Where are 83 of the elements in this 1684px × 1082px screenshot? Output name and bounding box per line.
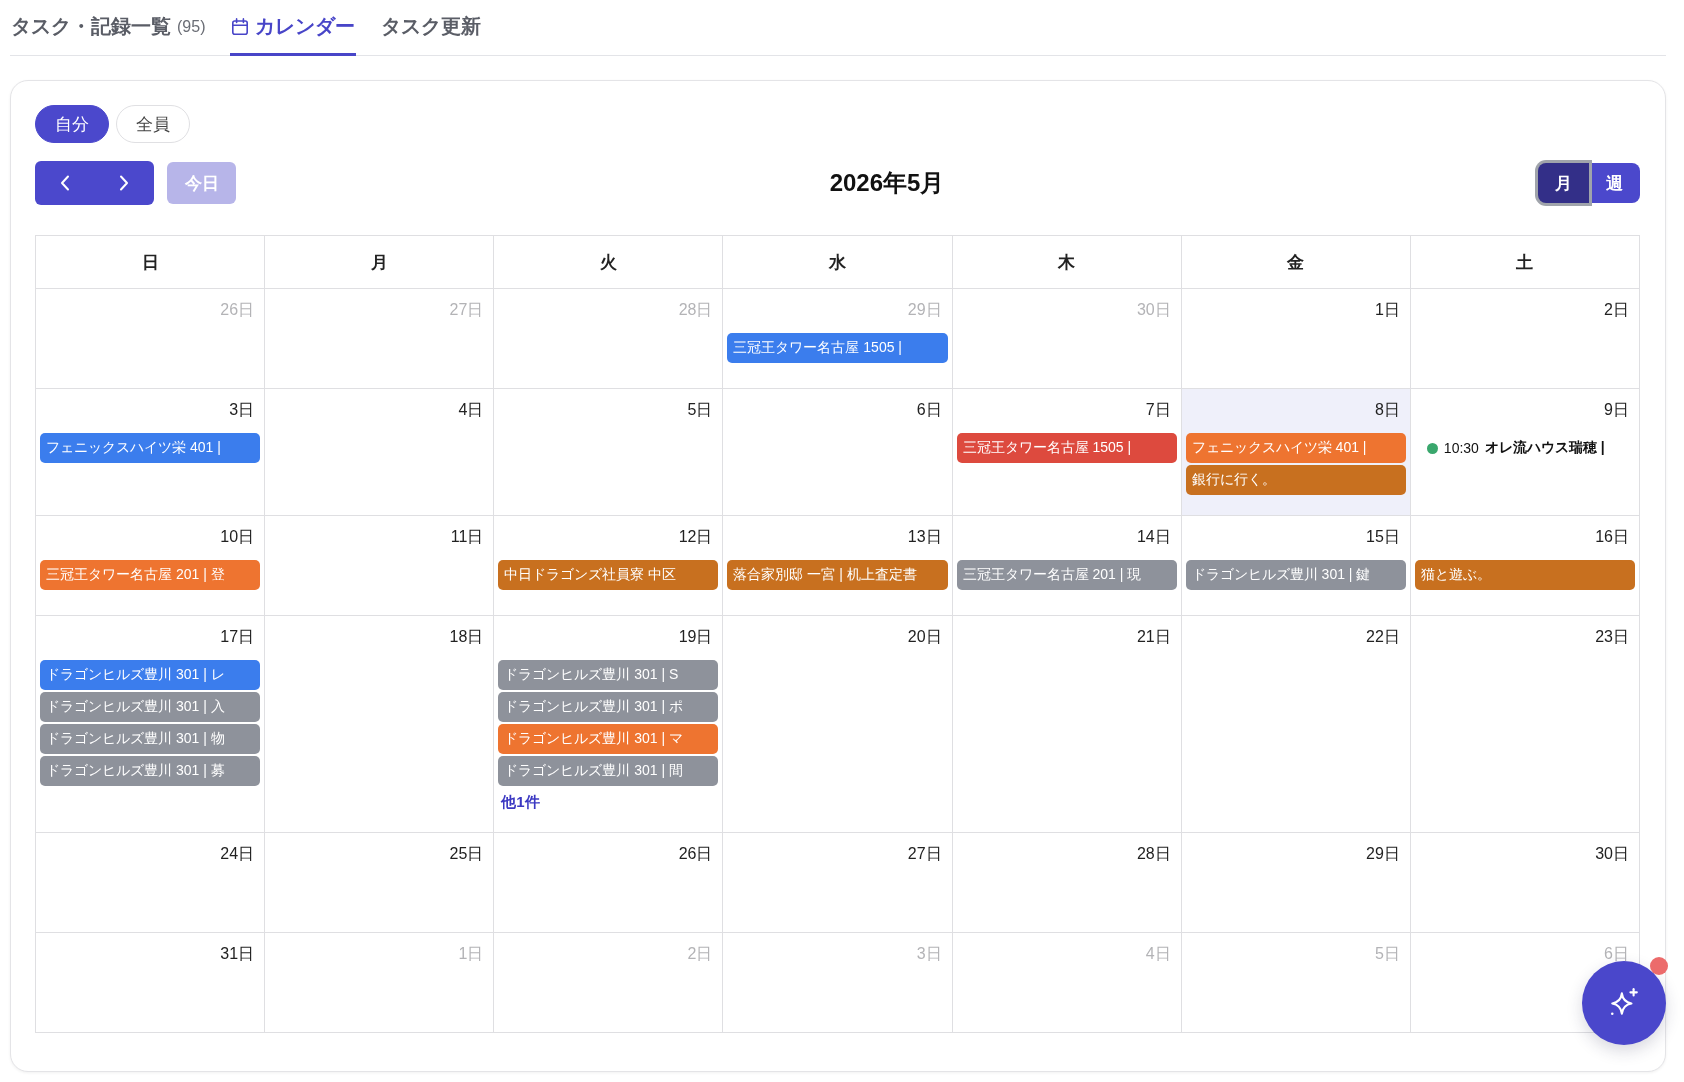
date-label: 4日 [458, 399, 484, 420]
date-label: 18日 [449, 626, 484, 647]
date-label: 15日 [1366, 526, 1400, 547]
event-bar[interactable]: ドラゴンヒルズ豊川 301 | S [498, 660, 719, 690]
date-label: 29日 [1366, 843, 1400, 864]
date-label: 7日 [1145, 399, 1171, 420]
chevron-right-icon [119, 175, 130, 191]
event-bar[interactable]: 三冠王タワー名古屋 1505 | [727, 333, 948, 363]
date-label: 3日 [916, 943, 942, 964]
date-label: 21日 [1136, 626, 1171, 647]
date-label: 1日 [1374, 299, 1400, 320]
date-label: 6日 [916, 399, 942, 420]
date-label: 28日 [1136, 843, 1171, 864]
date-label: 6日 [1604, 943, 1629, 964]
weekday-header: 水 [829, 251, 846, 274]
prev-button[interactable] [35, 161, 95, 205]
date-label: 2日 [687, 943, 713, 964]
date-label: 3日 [229, 399, 255, 420]
event-bar[interactable]: ドラゴンヒルズ豊川 301 | 間 [498, 756, 719, 786]
event-bar[interactable]: 三冠王タワー名古屋 1505 | [956, 433, 1177, 463]
event-bar[interactable]: ドラゴンヒルズ豊川 301 | 鍵 [1185, 560, 1406, 590]
date-label: 28日 [678, 299, 713, 320]
date-label: 27日 [907, 843, 942, 864]
date-label: 17日 [220, 626, 255, 647]
event-bar[interactable]: ドラゴンヒルズ豊川 301 | 入 [40, 692, 261, 722]
weekday-header: 金 [1287, 251, 1305, 274]
date-label: 26日 [220, 299, 255, 320]
event-bar[interactable]: 猫と遊ぶ。 [1414, 560, 1635, 590]
date-label: 12日 [678, 526, 713, 547]
event-bar[interactable]: 中日ドラゴンズ社員寮 中区 [498, 560, 719, 590]
event-bar[interactable]: 落合家別邸 一宮 | 机上査定書 [727, 560, 948, 590]
weekday-header: 土 [1516, 251, 1534, 274]
tab[interactable]: タスク更新 [380, 0, 483, 56]
event-bar[interactable]: フェニックスハイツ栄 401 | [40, 433, 261, 463]
weekday-header: 木 [1058, 251, 1076, 274]
more-link[interactable]: 他1件 [498, 792, 540, 812]
event-bar[interactable]: 三冠王タワー名古屋 201 | 登 [40, 560, 261, 590]
date-label: 8日 [1374, 399, 1400, 420]
event-bar[interactable]: ドラゴンヒルズ豊川 301 | ポ [498, 692, 719, 722]
calendar-icon [231, 17, 250, 36]
scope-toggle-button[interactable]: 自分 [35, 105, 109, 143]
date-label: 29日 [907, 299, 942, 320]
date-label: 22日 [1366, 626, 1400, 647]
scope-toggle-button[interactable]: 全員 [116, 105, 190, 143]
date-label: 19日 [678, 626, 713, 647]
chevron-left-icon [59, 175, 70, 191]
event-bar[interactable]: ドラゴンヒルズ豊川 301 | 募 [40, 756, 261, 786]
date-label: 23日 [1595, 626, 1629, 647]
date-label: 10日 [220, 526, 255, 547]
view-switch-button[interactable]: 月 [1538, 163, 1589, 203]
date-label: 25日 [449, 843, 484, 864]
date-label: 20日 [907, 626, 942, 647]
date-label: 2日 [1604, 299, 1629, 320]
date-label: 1日 [458, 943, 484, 964]
event-bar[interactable]: ドラゴンヒルズ豊川 301 | レ [40, 660, 261, 690]
date-label: 31日 [220, 943, 255, 964]
date-label: 9日 [1604, 399, 1629, 420]
date-label: 26日 [678, 843, 713, 864]
date-label: 4日 [1145, 943, 1171, 964]
weekday-header: 日 [141, 251, 159, 274]
event-bar[interactable]: 銀行に行く。 [1185, 465, 1406, 495]
date-label: 14日 [1136, 526, 1171, 547]
date-label: 27日 [449, 299, 484, 320]
month-title: 2026年5月 [829, 168, 945, 198]
date-label: 30日 [1136, 299, 1171, 320]
date-label: 5日 [687, 399, 713, 420]
date-label: 13日 [907, 526, 942, 547]
next-button[interactable] [94, 161, 154, 205]
event-item[interactable]: 10:30 オレ流ハウス瑞穂 | [1414, 433, 1605, 463]
event-bar[interactable]: 三冠王タワー名古屋 201 | 現 [956, 560, 1177, 590]
event-bar[interactable]: ドラゴンヒルズ豊川 301 | マ [498, 724, 719, 754]
weekday-header: 月 [370, 251, 388, 274]
date-label: 30日 [1595, 843, 1629, 864]
weekday-header: 火 [599, 251, 617, 274]
tab[interactable]: タスク・記録一覧 (95) [10, 0, 207, 56]
date-label: 16日 [1595, 526, 1629, 547]
tab[interactable]: カレンダー [230, 0, 357, 56]
event-bar[interactable]: フェニックスハイツ栄 401 | [1185, 433, 1406, 463]
date-label: 11日 [450, 526, 484, 547]
view-switch-button[interactable]: 週 [1589, 163, 1640, 203]
date-label: 24日 [220, 843, 255, 864]
event-bar[interactable]: ドラゴンヒルズ豊川 301 | 物 [40, 724, 261, 754]
date-label: 5日 [1374, 943, 1400, 964]
